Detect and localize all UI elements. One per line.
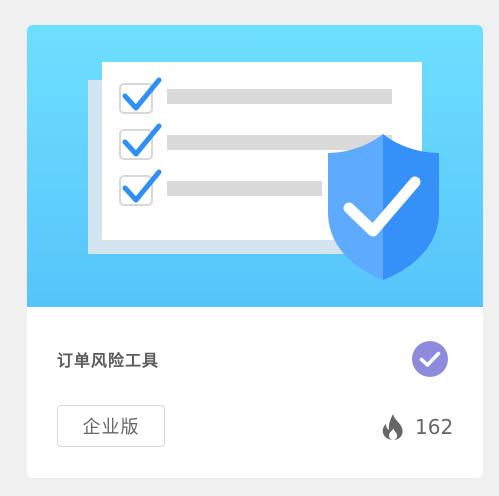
- product-title[interactable]: 订单风险工具: [57, 347, 159, 371]
- flame-icon: [382, 414, 403, 440]
- hot-count: 162: [415, 415, 454, 439]
- checklist-with-shield-illustration: [88, 62, 439, 280]
- hot-indicator: 162: [382, 414, 453, 440]
- verified-check-icon: [412, 341, 448, 377]
- product-banner: [27, 25, 483, 307]
- product-card[interactable]: 订单风险工具 企业版 162: [27, 25, 483, 478]
- edition-button[interactable]: 企业版: [57, 405, 165, 447]
